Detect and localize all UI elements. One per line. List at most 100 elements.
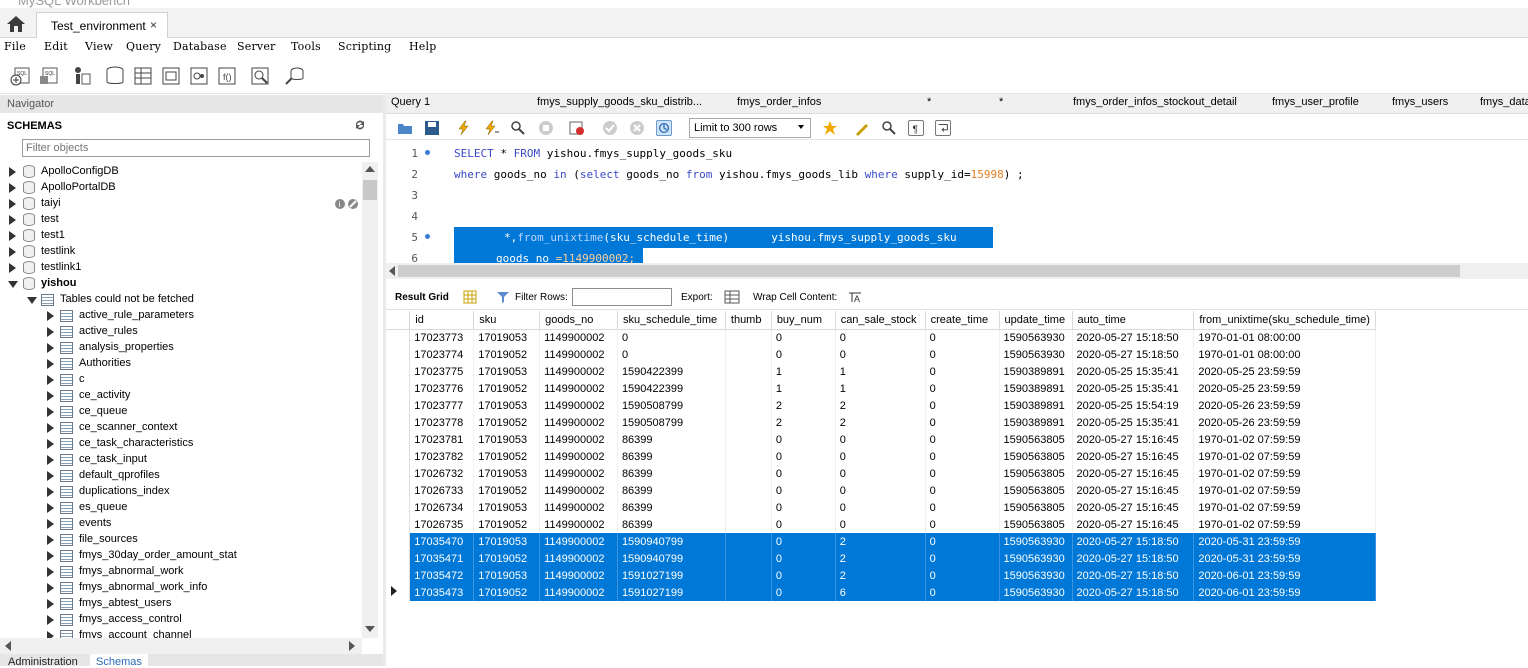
expand-arrow-icon[interactable] [47,615,54,625]
table-cell[interactable]: 1590940799 [617,550,726,567]
table-cell[interactable]: 17019052 [473,448,541,465]
table-cell[interactable]: 1590563930 [999,584,1073,601]
navigator-vertical-scrollbar[interactable] [362,162,378,638]
column-header[interactable]: sku_schedule_time [617,311,726,330]
table-cell[interactable] [725,516,772,533]
table-cell[interactable]: 2020-05-25 15:35:41 [1072,414,1195,431]
stop-on-error-icon[interactable] [569,120,585,136]
table-cell[interactable]: 0 [925,550,1000,567]
table-cell[interactable]: 17019053 [473,431,541,448]
expand-arrow-icon[interactable] [47,503,54,513]
table-cell[interactable]: 17019052 [473,516,541,533]
table-cell[interactable]: 0 [771,465,836,482]
expand-arrow-icon[interactable] [47,375,54,385]
autocommit-toggle-icon[interactable] [656,120,672,136]
table-cell[interactable]: 1590563805 [999,482,1073,499]
column-header[interactable]: from_unixtime(sku_schedule_time) [1193,311,1376,330]
column-header[interactable]: update_time [999,311,1073,330]
collapse-arrow-icon[interactable] [8,281,18,288]
table-cell[interactable]: 2020-05-27 15:18:50 [1072,329,1195,346]
table-cell[interactable]: 2 [771,397,836,414]
table-cell[interactable]: 86399 [617,482,726,499]
table-cell[interactable]: 1149900002 [539,448,618,465]
table-cell[interactable]: 1 [771,380,836,397]
table-cell[interactable] [725,499,772,516]
table-cell[interactable]: 6 [835,584,926,601]
table-cell[interactable] [725,397,772,414]
table-cell[interactable]: 1590563930 [999,533,1073,550]
table-row[interactable]: 17035471 17019052 1149900002 1590940799 0 2 0 1… [386,550,1376,567]
table-cell[interactable]: 1149900002 [539,431,618,448]
stop-icon[interactable] [538,120,554,136]
table-cell[interactable]: 1590422399 [617,363,726,380]
table-cell[interactable]: 1590563805 [999,465,1073,482]
row-header[interactable] [386,482,411,499]
table-cell[interactable]: 86399 [617,448,726,465]
table-cell[interactable]: 17023776 [409,380,475,397]
table-cell[interactable]: 2020-05-26 23:59:59 [1193,414,1376,431]
table-cell[interactable]: 0 [617,346,726,363]
table-cell[interactable]: 0 [835,346,926,363]
table-cell[interactable]: 0 [771,448,836,465]
table-cell[interactable]: 1 [835,363,926,380]
table-cell[interactable]: 2020-05-31 23:59:59 [1193,550,1376,567]
table-cell[interactable] [725,414,772,431]
expand-arrow-icon[interactable] [9,247,16,257]
word-wrap-icon[interactable] [935,120,951,136]
table-cell[interactable]: 1590563930 [999,550,1073,567]
tab-administration[interactable]: Administration [8,656,78,668]
expand-arrow-icon[interactable] [47,487,54,497]
table-cell[interactable] [725,482,772,499]
filter-objects-input[interactable] [22,139,370,157]
table-cell[interactable]: 1590389891 [999,363,1073,380]
create-function-icon[interactable]: f() [216,66,238,86]
table-cell[interactable]: 17026733 [409,482,475,499]
table-cell[interactable]: 17019053 [473,499,541,516]
table-cell[interactable]: 0 [925,414,1000,431]
expand-arrow-icon[interactable] [9,231,16,241]
table-cell[interactable]: 1590389891 [999,414,1073,431]
table-cell[interactable]: 0 [771,499,836,516]
result-grid-label[interactable]: Result Grid [395,292,449,303]
table-cell[interactable]: 17023777 [409,397,475,414]
scroll-right-icon[interactable] [349,641,355,651]
table-row[interactable]: 17026733 17019052 1149900002 86399 0 0 0 159056… [386,482,1376,499]
expand-arrow-icon[interactable] [47,359,54,369]
table-cell[interactable]: 0 [925,499,1000,516]
connection-tab[interactable]: Test_environment × [36,12,168,38]
table-cell[interactable]: 17019052 [473,584,541,601]
table-cell[interactable]: 86399 [617,499,726,516]
table-cell[interactable]: 17026732 [409,465,475,482]
table-cell[interactable]: 2020-05-31 23:59:59 [1193,533,1376,550]
expand-arrow-icon[interactable] [9,167,16,177]
table-row[interactable]: 17035472 17019053 1149900002 1591027199 0 2 0 1… [386,567,1376,584]
table-cell[interactable]: 1970-01-02 07:59:59 [1193,431,1376,448]
export-icon[interactable] [724,290,740,304]
expand-arrow-icon[interactable] [9,263,16,273]
table-cell[interactable]: 2020-05-25 15:54:19 [1072,397,1195,414]
scroll-thumb[interactable] [363,180,377,200]
create-view-icon[interactable] [160,66,182,86]
table-cell[interactable]: 1970-01-01 08:00:00 [1193,329,1376,346]
table-cell[interactable]: 2020-05-27 15:18:50 [1072,550,1195,567]
scroll-thumb[interactable] [398,265,1460,277]
expand-arrow-icon[interactable] [47,327,54,337]
table-row[interactable]: 17026735 17019052 1149900002 86399 0 0 0 159056… [386,516,1376,533]
table-cell[interactable]: 2020-05-27 15:18:50 [1072,567,1195,584]
table-cell[interactable]: 1149900002 [539,329,618,346]
table-cell[interactable]: 2 [835,567,926,584]
table-cell[interactable]: 1590940799 [617,533,726,550]
table-cell[interactable]: 1970-01-01 08:00:00 [1193,346,1376,363]
table-row[interactable]: 17023782 17019052 1149900002 86399 0 0 0 159056… [386,448,1376,465]
table-cell[interactable]: 0 [925,465,1000,482]
table-cell[interactable]: 17023782 [409,448,475,465]
menu-query[interactable]: Query [126,40,161,53]
table-cell[interactable]: 1590563930 [999,329,1073,346]
expand-arrow-icon[interactable] [47,455,54,465]
table-cell[interactable]: 1590508799 [617,397,726,414]
save-icon[interactable] [424,120,440,136]
expand-arrow-icon[interactable] [47,391,54,401]
table-cell[interactable]: 86399 [617,431,726,448]
table-cell[interactable]: 1590389891 [999,380,1073,397]
row-header[interactable] [386,380,411,397]
